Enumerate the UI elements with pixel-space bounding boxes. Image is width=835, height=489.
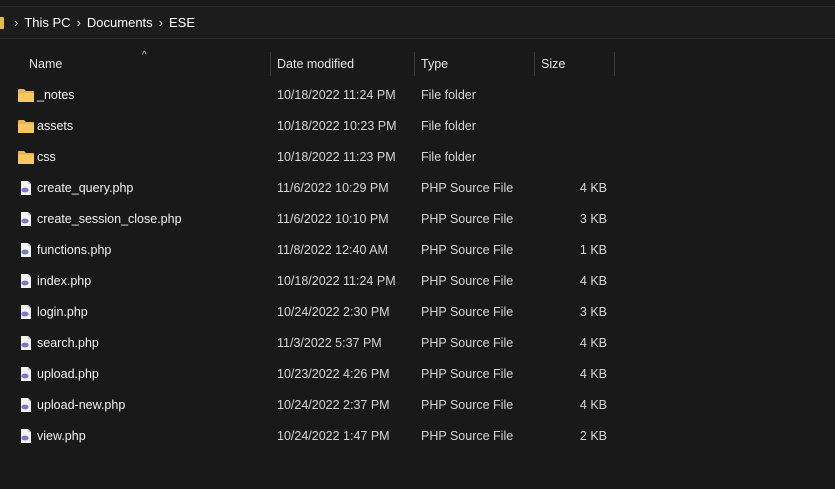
file-date-modified: 10/24/2022 2:37 PM bbox=[277, 398, 390, 412]
file-date-modified: 11/6/2022 10:29 PM bbox=[277, 181, 389, 195]
file-name: search.php bbox=[37, 336, 99, 350]
file-size: 1 KB bbox=[579, 243, 607, 257]
file-name: upload.php bbox=[37, 367, 99, 381]
column-divider[interactable] bbox=[614, 52, 615, 76]
php-file-icon bbox=[17, 211, 35, 227]
file-size: 4 KB bbox=[579, 367, 607, 381]
php-file-icon bbox=[17, 180, 35, 196]
file-date-modified: 10/24/2022 1:47 PM bbox=[277, 429, 390, 443]
file-size: 4 KB bbox=[579, 336, 607, 350]
file-name: assets bbox=[37, 119, 74, 133]
file-type: PHP Source File bbox=[421, 181, 514, 195]
folder-icon bbox=[17, 149, 35, 165]
file-type: PHP Source File bbox=[421, 398, 514, 412]
file-type: PHP Source File bbox=[421, 243, 514, 257]
file-size bbox=[547, 80, 607, 111]
file-type: File folder bbox=[421, 88, 476, 102]
file-name: index.php bbox=[37, 274, 92, 288]
php-file-icon bbox=[17, 335, 35, 351]
file-row-create-query-php[interactable]: create_query.php 11/6/2022 10:29 PM PHP … bbox=[0, 173, 620, 204]
file-row-css[interactable]: css 10/18/2022 11:23 PM File folder bbox=[0, 142, 620, 173]
file-row-functions-php[interactable]: functions.php 11/8/2022 12:40 AM PHP Sou… bbox=[0, 235, 620, 266]
file-row-upload-php[interactable]: upload.php 10/23/2022 4:26 PM PHP Source… bbox=[0, 359, 620, 390]
file-size: 4 KB bbox=[579, 181, 607, 195]
file-row-upload-new-php[interactable]: upload-new.php 10/24/2022 2:37 PM PHP So… bbox=[0, 390, 620, 421]
php-file-icon bbox=[17, 273, 35, 289]
column-header-type[interactable]: Type bbox=[415, 50, 533, 78]
file-row-search-php[interactable]: search.php 11/3/2022 5:37 PM PHP Source … bbox=[0, 328, 620, 359]
file-name: login.php bbox=[37, 305, 88, 319]
file-name: css bbox=[37, 150, 56, 164]
file-type: PHP Source File bbox=[421, 429, 514, 443]
file-size bbox=[547, 142, 607, 173]
file-size: 4 KB bbox=[579, 274, 607, 288]
file-row-assets[interactable]: assets 10/18/2022 10:23 PM File folder bbox=[0, 111, 620, 142]
chevron-right-icon[interactable]: › bbox=[159, 16, 163, 29]
column-header-size[interactable]: Size bbox=[535, 50, 613, 78]
file-date-modified: 11/3/2022 5:37 PM bbox=[277, 336, 382, 350]
file-row-login-php[interactable]: login.php 10/24/2022 2:30 PM PHP Source … bbox=[0, 297, 620, 328]
folder-icon bbox=[17, 87, 35, 103]
folder-icon bbox=[0, 16, 4, 29]
file-name: view.php bbox=[37, 429, 86, 443]
php-file-icon bbox=[17, 242, 35, 258]
file-type: PHP Source File bbox=[421, 367, 514, 381]
file-size: 3 KB bbox=[579, 305, 607, 319]
file-name: create_session_close.php bbox=[37, 212, 182, 226]
file-row-create-session-close-php[interactable]: create_session_close.php 11/6/2022 10:10… bbox=[0, 204, 620, 235]
file-row-index-php[interactable]: index.php 10/18/2022 11:24 PM PHP Source… bbox=[0, 266, 620, 297]
file-row-notes[interactable]: _notes 10/18/2022 11:24 PM File folder bbox=[0, 80, 620, 111]
chevron-right-icon[interactable]: › bbox=[14, 16, 18, 29]
column-header-date-modified[interactable]: Date modified bbox=[271, 50, 413, 78]
file-size: 3 KB bbox=[579, 212, 607, 226]
file-type: PHP Source File bbox=[421, 336, 514, 350]
file-row-view-php[interactable]: view.php 10/24/2022 1:47 PM PHP Source F… bbox=[0, 421, 620, 452]
file-size bbox=[547, 111, 607, 142]
column-header-name[interactable]: Name bbox=[23, 50, 268, 78]
file-name: create_query.php bbox=[37, 181, 134, 195]
file-name: _notes bbox=[37, 88, 75, 102]
file-type: PHP Source File bbox=[421, 305, 514, 319]
chevron-right-icon[interactable]: › bbox=[77, 16, 81, 29]
address-bar[interactable]: › This PC › Documents › ESE bbox=[0, 6, 835, 39]
file-date-modified: 10/18/2022 11:24 PM bbox=[277, 274, 396, 288]
breadcrumb-ese[interactable]: ESE bbox=[169, 15, 195, 30]
file-type: File folder bbox=[421, 150, 476, 164]
file-date-modified: 10/23/2022 4:26 PM bbox=[277, 367, 390, 381]
file-date-modified: 10/24/2022 2:30 PM bbox=[277, 305, 390, 319]
php-file-icon bbox=[17, 366, 35, 382]
file-type: PHP Source File bbox=[421, 274, 514, 288]
file-type: PHP Source File bbox=[421, 212, 514, 226]
file-date-modified: 11/8/2022 12:40 AM bbox=[277, 243, 388, 257]
breadcrumb-this-pc[interactable]: This PC bbox=[24, 15, 70, 30]
file-type: File folder bbox=[421, 119, 476, 133]
file-name: functions.php bbox=[37, 243, 112, 257]
breadcrumb-documents[interactable]: Documents bbox=[87, 15, 153, 30]
php-file-icon bbox=[17, 428, 35, 444]
file-size: 2 KB bbox=[579, 429, 607, 443]
file-date-modified: 10/18/2022 11:23 PM bbox=[277, 150, 396, 164]
file-date-modified: 10/18/2022 10:23 PM bbox=[277, 119, 397, 133]
column-header-row: ^ Name Date modified Type Size bbox=[0, 50, 835, 78]
file-name: upload-new.php bbox=[37, 398, 126, 412]
php-file-icon bbox=[17, 304, 35, 320]
php-file-icon bbox=[17, 397, 35, 413]
file-date-modified: 11/6/2022 10:10 PM bbox=[277, 212, 389, 226]
file-size: 4 KB bbox=[579, 398, 607, 412]
breadcrumb: › This PC › Documents › ESE bbox=[0, 7, 195, 38]
folder-icon bbox=[17, 118, 35, 134]
file-date-modified: 10/18/2022 11:24 PM bbox=[277, 88, 396, 102]
